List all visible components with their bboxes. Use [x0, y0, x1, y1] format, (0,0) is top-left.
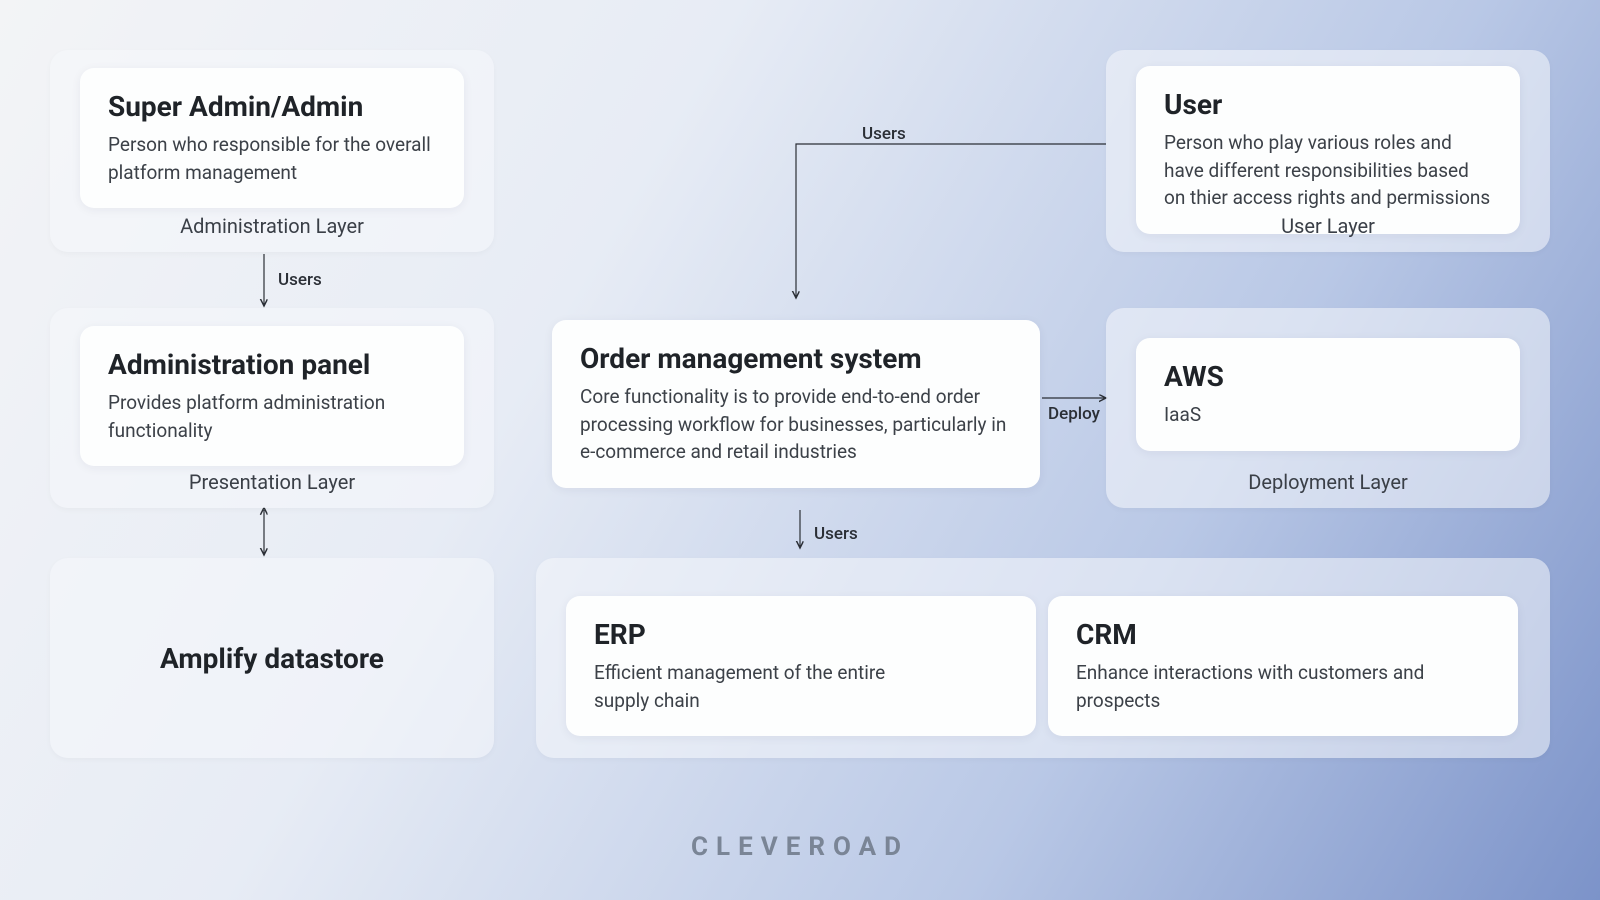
card-super-admin: Super Admin/Admin Person who responsible…: [80, 68, 464, 208]
layer-label: Presentation Layer: [50, 470, 494, 494]
card-crm: CRM Enhance interactions with customers …: [1048, 596, 1518, 736]
edge-label-user-to-oms: Users: [862, 124, 906, 144]
card-desc: IaaS: [1164, 401, 1492, 429]
card-title: ERP: [594, 618, 1008, 651]
layer-label: Administration Layer: [50, 214, 494, 238]
card-oms: Order management system Core functionali…: [552, 320, 1040, 488]
user-layer: User Person who play various roles and h…: [1106, 50, 1550, 252]
card-title: Order management system: [580, 342, 1012, 375]
card-desc: Provides platform administration functio…: [108, 389, 436, 444]
card-title: Super Admin/Admin: [108, 90, 436, 123]
card-title: Administration panel: [108, 348, 436, 381]
layer-label: Deployment Layer: [1106, 470, 1550, 494]
card-aws: AWS IaaS: [1136, 338, 1520, 451]
datastore-layer: Amplify datastore: [50, 558, 494, 758]
card-erp: ERP Efficient management of the entire s…: [566, 596, 1036, 736]
card-desc: Core functionality is to provide end-to-…: [580, 383, 1012, 466]
brand-watermark: CLEVEROAD: [0, 832, 1600, 862]
card-desc: Person who play various roles and have d…: [1164, 129, 1492, 212]
card-title: Amplify datastore: [160, 642, 384, 675]
integrations-layer: ERP Efficient management of the entire s…: [536, 558, 1550, 758]
card-desc: Person who responsible for the overall p…: [108, 131, 436, 186]
card-desc: Enhance interactions with customers and …: [1076, 659, 1490, 714]
edge-label-deploy: Deploy: [1048, 404, 1100, 424]
card-desc: Efficient management of the entire suppl…: [594, 659, 934, 714]
card-title: AWS: [1164, 360, 1492, 393]
card-title: CRM: [1076, 618, 1490, 651]
edge-label-admin-users: Users: [278, 270, 322, 290]
edge-label-oms-integrations: Users: [814, 524, 858, 544]
administration-layer: Super Admin/Admin Person who responsible…: [50, 50, 494, 252]
deployment-layer: AWS IaaS Deployment Layer: [1106, 308, 1550, 508]
card-admin-panel: Administration panel Provides platform a…: [80, 326, 464, 466]
layer-label: User Layer: [1106, 214, 1550, 238]
card-title: User: [1164, 88, 1492, 121]
presentation-layer: Administration panel Provides platform a…: [50, 308, 494, 508]
card-user: User Person who play various roles and h…: [1136, 66, 1520, 234]
